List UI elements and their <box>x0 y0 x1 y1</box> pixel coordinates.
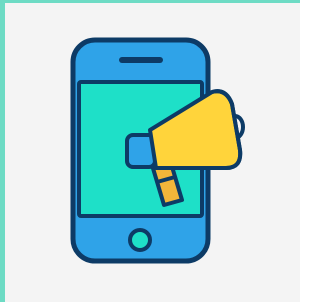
mobile-marketing-megaphone-icon <box>70 37 245 264</box>
icon-tile <box>0 0 302 304</box>
home-button-icon <box>128 228 152 252</box>
